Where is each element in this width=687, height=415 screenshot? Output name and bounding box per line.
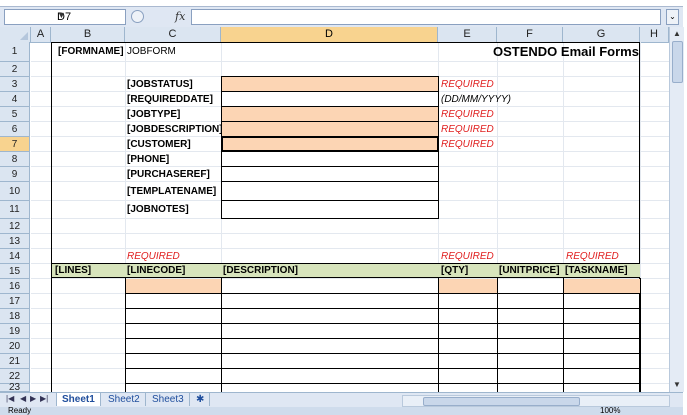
tab-sheet1[interactable]: Sheet1 [56,393,101,406]
row-header[interactable]: 21 [0,354,30,369]
field-label: [JOBNOTES] [127,204,189,215]
row-header[interactable]: 17 [0,294,30,309]
field-input[interactable] [221,166,439,182]
cell-area[interactable]: [FORMNAME] JOBFORM OSTENDO Email Forms [… [31,42,669,392]
row-header[interactable]: 12 [0,219,30,234]
active-cell-d7[interactable] [221,136,439,152]
field-label: [TEMPLATENAME] [127,186,217,197]
lines-header-taskname: [TASKNAME] [565,265,628,276]
required-label-qty: REQUIRED [441,251,494,262]
row-header[interactable]: 1 [0,42,30,62]
row-header[interactable]: 7 [0,137,30,152]
field-note: (DD/MM/YYYY) [441,94,511,105]
field-label: [CUSTOMER] [127,139,191,150]
row-header[interactable]: 9 [0,167,30,182]
horizontal-scrollbar[interactable] [402,395,670,407]
horizontal-scroll-thumb[interactable] [423,397,580,406]
row-header[interactable]: 2 [0,62,30,77]
required-label-taskname: REQUIRED [566,251,619,262]
column-header-g[interactable]: G [563,27,640,42]
name-box[interactable]: D7 ▼ [4,9,126,25]
row-header[interactable]: 20 [0,339,30,354]
column-header-b[interactable]: B [51,27,125,42]
row-header[interactable]: 15 [0,264,30,279]
lines-header-description: [DESCRIPTION] [223,265,298,276]
column-header-e[interactable]: E [438,27,497,42]
last-sheet-icon[interactable]: ▶| [40,394,48,403]
formula-bar: D7 ▼ fx ⌄ [0,6,683,28]
row-header[interactable]: 13 [0,234,30,249]
row-header[interactable]: 10 [0,182,30,201]
row-header[interactable]: 3 [0,77,30,92]
field-note: REQUIRED [441,139,494,150]
field-label: [JOBDESCRIPTION] [127,124,223,135]
sheet-tabs-bar: |◀ ◀ ▶ ▶| Sheet1 Sheet2 Sheet3 ✱ [0,392,683,407]
vertical-scrollbar[interactable]: ▲ ▼ [669,27,684,392]
required-label-linecode: REQUIRED [127,251,180,262]
row-header[interactable]: 5 [0,107,30,122]
tab-sheet2[interactable]: Sheet2 [103,393,146,406]
formula-controls: fx [131,9,187,25]
field-note: REQUIRED [441,124,494,135]
field-input[interactable] [221,91,439,107]
next-sheet-icon[interactable]: ▶ [30,394,36,403]
form-title: OSTENDO Email Forms [493,44,639,59]
field-input[interactable] [221,181,439,201]
field-note: REQUIRED [441,109,494,120]
lines-header-unitprice: [UNITPRICE] [499,265,560,276]
lines-header-lines: [LINES] [55,265,92,276]
formname-label: [FORMNAME] [58,46,124,57]
formname-value: JOBFORM [127,46,176,57]
field-input[interactable] [221,106,439,122]
column-header-h[interactable]: H [640,27,669,42]
row-header[interactable]: 14 [0,249,30,264]
field-input[interactable] [221,121,439,137]
field-input[interactable] [221,151,439,167]
row-header[interactable]: 6 [0,122,30,137]
field-input[interactable] [221,200,439,219]
field-label: [JOBSTATUS] [127,79,193,90]
select-all-corner[interactable] [0,27,31,42]
zoom-level[interactable]: 100% [600,406,620,415]
row-header[interactable]: 16 [0,279,30,294]
field-label: [PHONE] [127,154,170,165]
vertical-scroll-thumb[interactable] [672,41,683,83]
formula-input[interactable] [191,9,661,25]
column-header-f[interactable]: F [497,27,563,42]
lines-header-qty: [QTY] [441,265,469,276]
field-label: [REQUIREDDATE] [127,94,213,105]
column-headers: A B C D E F G H [0,27,683,43]
insert-sheet-icon[interactable]: ✱ [191,393,211,406]
column-header-c[interactable]: C [125,27,221,42]
worksheet-grid[interactable]: A B C D E F G H 1 2 3 4 5 6 7 8 9 10 11 … [0,27,683,393]
scroll-down-icon[interactable]: ▼ [670,378,684,392]
first-sheet-icon[interactable]: |◀ [6,394,14,403]
field-note: REQUIRED [441,79,494,90]
field-label: [JOBTYPE] [127,109,181,120]
cancel-circle-icon[interactable] [131,10,144,23]
row-header[interactable]: 19 [0,324,30,339]
chevron-down-icon[interactable]: ▼ [57,10,123,20]
status-text: Ready [8,406,32,415]
row-header[interactable]: 11 [0,201,30,219]
excel-window: D7 ▼ fx ⌄ A B C D E F G H 1 2 3 4 5 6 7 … [0,0,687,415]
tab-sheet3[interactable]: Sheet3 [147,393,190,406]
expand-formula-bar-icon[interactable]: ⌄ [666,9,679,25]
field-input[interactable] [221,76,439,92]
row-header[interactable]: 18 [0,309,30,324]
row-header[interactable]: 23 [0,383,30,393]
row-header[interactable]: 8 [0,152,30,167]
scroll-up-icon[interactable]: ▲ [670,27,684,41]
lines-header-linecode: [LINECODE] [127,265,186,276]
row-header[interactable]: 4 [0,92,30,107]
field-label: [PURCHASEREF] [127,169,210,180]
insert-function-icon[interactable]: fx [175,10,185,23]
column-header-a[interactable]: A [31,27,51,42]
column-header-d[interactable]: D [221,27,438,42]
prev-sheet-icon[interactable]: ◀ [20,394,26,403]
status-bar: Ready 100% [0,406,683,415]
